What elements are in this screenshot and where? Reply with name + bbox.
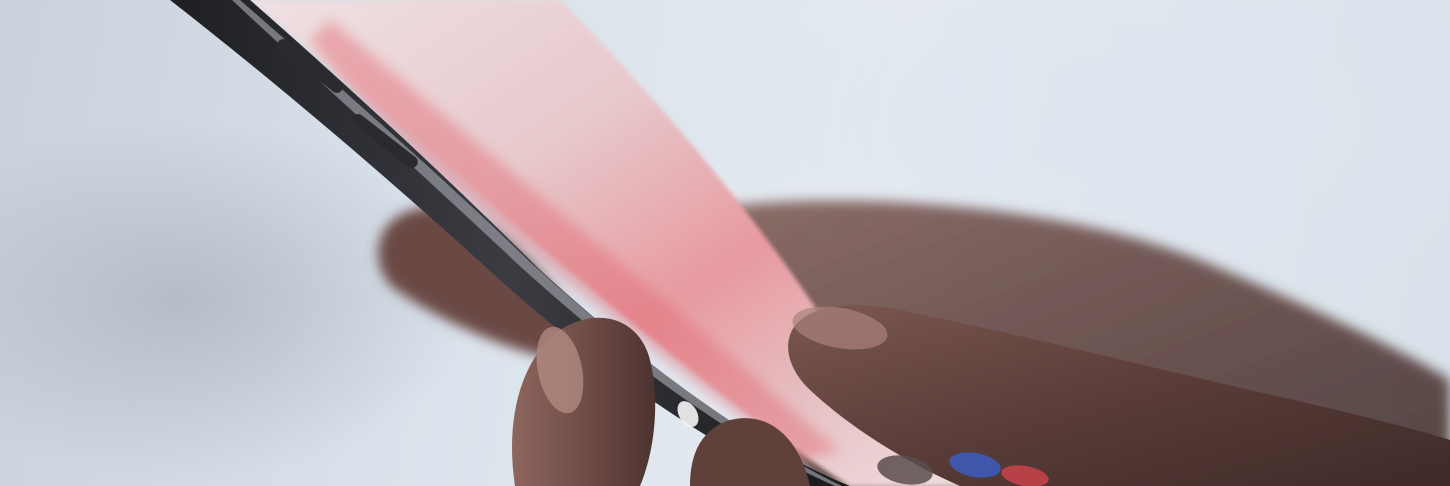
hero-photo — [0, 0, 1450, 486]
hand-holding-phone-illustration — [170, 0, 1450, 486]
